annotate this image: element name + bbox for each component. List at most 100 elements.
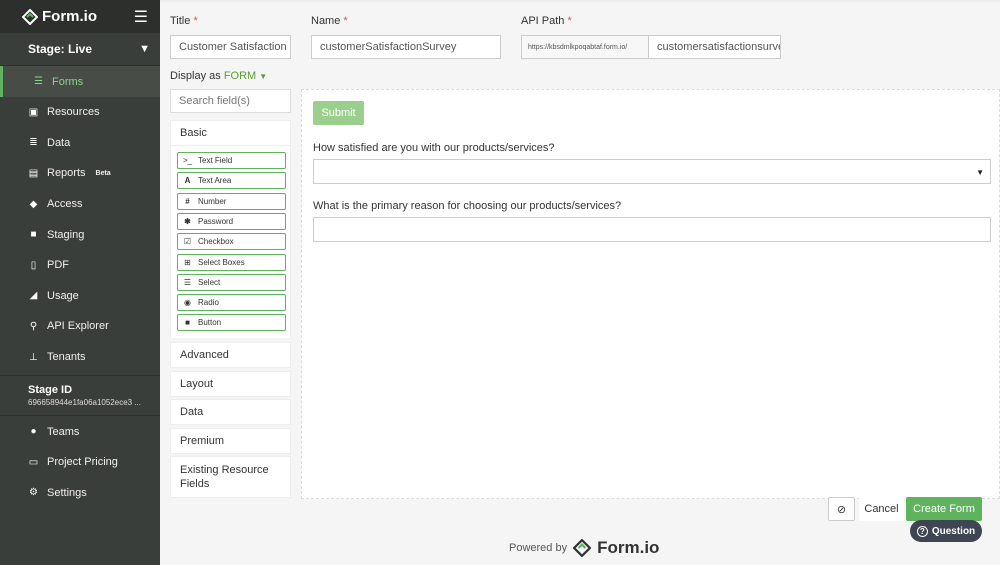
sidebar-item-label: PDF	[47, 259, 69, 272]
sidebar-item-usage[interactable]: ◢ Usage	[0, 281, 160, 312]
ban-button[interactable]: ⊘	[828, 497, 855, 521]
component-password[interactable]: ✱ Password	[177, 212, 286, 230]
component-button[interactable]: ■ Button	[177, 314, 286, 332]
group-basic[interactable]: Basic	[170, 120, 291, 146]
shield-icon: ◆	[29, 198, 38, 210]
api-path-input[interactable]: customersatisfactionsurvey	[648, 35, 781, 59]
font-icon: A	[184, 176, 191, 186]
component-label: Radio	[198, 298, 219, 308]
caret-down-icon: ▼	[259, 72, 268, 81]
component-label: Password	[198, 216, 234, 226]
formio-logo-icon	[22, 8, 38, 25]
card-icon: ▭	[28, 456, 39, 468]
question-1-label: How satisfied are you with our products/…	[313, 142, 555, 154]
question-1-select[interactable]: ▼	[313, 159, 991, 184]
name-input[interactable]: customerSatisfactionSurvey	[311, 35, 501, 59]
sidebar-item-tenants[interactable]: ⊥ Tenants	[0, 342, 160, 373]
sidebar-item-forms[interactable]: ☰ Forms	[0, 66, 160, 97]
question-button[interactable]: ? Question	[910, 520, 982, 542]
required-mark: *	[343, 15, 348, 27]
sidebar-item-pdf[interactable]: ▯ PDF	[0, 250, 160, 281]
menu-toggle-icon[interactable]: ☰	[134, 7, 148, 27]
stage-label: Stage: Live	[28, 42, 93, 56]
chevron-down-icon: ▼	[139, 43, 150, 55]
sidebar-item-label: Project Pricing	[47, 456, 118, 469]
stage-id-value[interactable]: 696658944e1fa06a1052ece3 ...	[28, 398, 160, 407]
display-as-value: FORM	[223, 70, 257, 82]
component-text-field[interactable]: >_ Text Field	[177, 152, 286, 169]
checkbox-icon: ☑	[183, 237, 192, 247]
ban-icon: ⊘	[836, 503, 847, 516]
api-path-label: API Path *	[521, 15, 572, 27]
radio-icon: ◉	[184, 298, 191, 308]
cancel-button[interactable]: Cancel	[859, 497, 904, 521]
component-select-boxes[interactable]: ⊞ Select Boxes	[177, 253, 286, 271]
sidebar-item-label: Teams	[47, 425, 80, 438]
sidebar-item-label: Usage	[47, 289, 79, 302]
chart-icon: ◢	[29, 290, 38, 302]
brand-name: Form.io	[42, 8, 97, 25]
title-label: Title *	[170, 15, 198, 27]
sidebar-item-project-pricing[interactable]: ▭ Project Pricing	[0, 447, 160, 478]
question-2-input[interactable]	[313, 217, 991, 242]
folder-icon: ■	[30, 229, 37, 241]
component-label: Text Field	[198, 156, 233, 165]
sidebar-item-label: Reports	[47, 167, 86, 180]
beta-badge: Beta	[95, 169, 111, 177]
required-mark: *	[193, 15, 198, 27]
sidebar-item-teams[interactable]: ● Teams	[0, 416, 160, 447]
sidebar-item-api-explorer[interactable]: ⚲ API Explorer	[0, 311, 160, 342]
question-circle-icon: ?	[916, 525, 928, 537]
title-input[interactable]: Customer Satisfaction Survey	[170, 35, 291, 59]
sidebar-item-settings[interactable]: ⚙ Settings	[0, 478, 160, 509]
sidebar-item-staging[interactable]: ■ Staging	[0, 219, 160, 250]
sidebar-item-resources[interactable]: ▣ Resources	[0, 97, 160, 128]
powered-by-text: Powered by	[509, 542, 568, 554]
display-as-label: Display as	[170, 70, 221, 82]
resources-icon: ▣	[28, 106, 39, 118]
component-label: Select	[198, 277, 221, 287]
name-label: Name *	[311, 15, 348, 27]
powered-by: Powered by Form.io	[509, 538, 659, 558]
group-existing-resource-fields[interactable]: Existing Resource Fields	[170, 456, 291, 498]
group-advanced[interactable]: Advanced	[170, 342, 291, 368]
submit-button[interactable]: Submit	[313, 101, 364, 125]
form-canvas[interactable]: Submit How satisfied are you with our pr…	[301, 89, 1000, 499]
stage-id-title: Stage ID	[28, 384, 73, 397]
gear-icon: ⚙	[29, 487, 38, 499]
group-premium[interactable]: Premium	[170, 428, 291, 454]
sidebar-item-reports[interactable]: ▤ Reports Beta	[0, 158, 160, 189]
required-mark: *	[567, 15, 572, 27]
sidebar-item-label: Resources	[47, 106, 100, 119]
reports-icon: ▤	[28, 167, 39, 179]
group-layout[interactable]: Layout	[170, 371, 291, 397]
sidebar-item-access[interactable]: ◆ Access	[0, 189, 160, 220]
users-icon: ●	[30, 426, 37, 438]
brand-bar: Form.io ☰	[0, 0, 160, 33]
component-radio[interactable]: ◉ Radio	[177, 294, 286, 312]
component-label: Checkbox	[198, 237, 234, 247]
asterisk-icon: ✱	[184, 216, 191, 226]
plus-square-icon: ⊞	[184, 257, 191, 267]
create-form-button[interactable]: Create Form	[906, 497, 982, 521]
brand-link[interactable]: Form.io	[22, 8, 97, 25]
formio-logo-icon	[573, 539, 592, 557]
search-fields-input[interactable]: Search field(s)	[170, 89, 291, 113]
stage-id-block: Stage ID 696658944e1fa06a1052ece3 ...	[0, 375, 160, 417]
stage-selector[interactable]: Stage: Live ▼	[0, 33, 160, 66]
top-shadow	[160, 0, 1000, 3]
display-as-selector[interactable]: Display as FORM ▼	[170, 70, 267, 82]
sidebar-item-label: API Explorer	[47, 320, 109, 333]
component-checkbox[interactable]: ☑ Checkbox	[177, 233, 286, 251]
component-text-area[interactable]: A Text Area	[177, 172, 286, 190]
sidebar-item-label: Forms	[52, 75, 84, 88]
caret-down-icon: ▼	[976, 168, 984, 177]
sidebar-item-label: Staging	[47, 228, 85, 241]
name-label-text: Name	[311, 15, 341, 27]
group-data[interactable]: Data	[170, 399, 291, 425]
title-label-text: Title	[170, 15, 191, 27]
component-select[interactable]: ☰ Select	[177, 273, 286, 291]
pdf-icon: ▯	[30, 259, 37, 271]
component-number[interactable]: # Number	[177, 192, 286, 210]
sidebar-item-data[interactable]: ≣ Data	[0, 128, 160, 159]
